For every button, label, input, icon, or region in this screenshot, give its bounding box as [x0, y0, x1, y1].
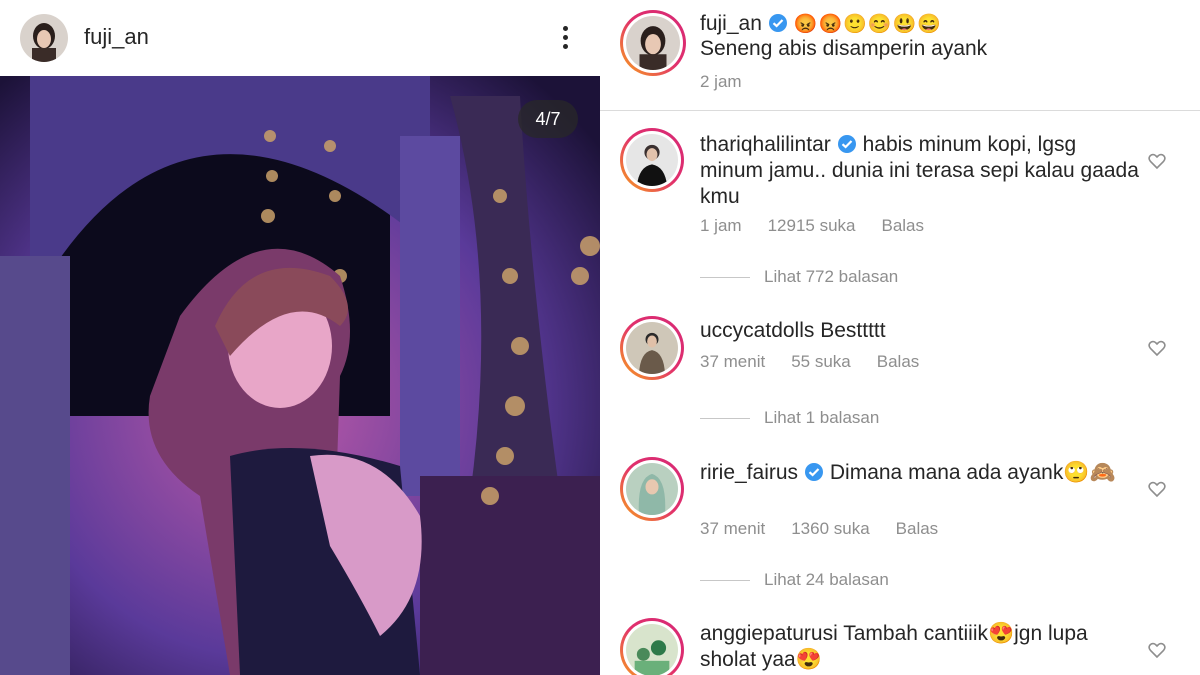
caption-divider	[600, 110, 1200, 111]
caption-avatar-ring[interactable]	[620, 10, 686, 76]
post-photo[interactable]	[0, 76, 600, 675]
comment-likes[interactable]: 1360 suka	[791, 519, 869, 538]
comment-body: ririe_fairus Dimana mana ada ayank🙄🙈	[700, 460, 1140, 486]
comment-meta: 37 menit 1360 suka Balas	[700, 519, 964, 539]
comment-text: Besttttt	[820, 319, 886, 342]
view-replies-label: Lihat 772 balasan	[764, 267, 899, 286]
caption-emojis: 😡😡🙂😊😃😄	[793, 14, 942, 35]
comment-likes[interactable]: 12915 suka	[768, 216, 856, 235]
image-counter-badge: 4/7	[518, 100, 578, 138]
like-heart-icon[interactable]	[1147, 479, 1167, 499]
like-heart-icon[interactable]	[1147, 151, 1167, 171]
comment-meta: 37 menit 55 suka Balas	[700, 352, 945, 372]
verified-badge-icon	[837, 135, 856, 153]
caption-timestamp[interactable]: 2 jam	[700, 72, 742, 92]
caption-header: fuji_an 😡😡🙂😊😃😄	[700, 12, 942, 36]
comment-avatar-ring[interactable]	[620, 457, 684, 521]
caption-author-avatar	[626, 16, 680, 70]
comment-meta: 1 jam 12915 suka Balas	[700, 216, 950, 236]
comment-avatar-ring[interactable]	[620, 128, 684, 192]
comment-avatar-ring[interactable]	[620, 618, 684, 675]
reply-button[interactable]: Balas	[881, 216, 924, 235]
reply-button[interactable]: Balas	[896, 519, 939, 538]
comment-time[interactable]: 37 menit	[700, 352, 765, 371]
post-author-username[interactable]: fuji_an	[84, 24, 149, 50]
more-options-icon[interactable]	[556, 22, 576, 54]
comment-username[interactable]: anggiepaturusi	[700, 622, 838, 645]
view-replies-label: Lihat 24 balasan	[764, 570, 889, 589]
comment-avatar	[626, 134, 678, 186]
comment-time[interactable]: 37 menit	[700, 519, 765, 538]
comment-username[interactable]: ririe_fairus	[700, 461, 798, 484]
comment-likes[interactable]: 55 suka	[791, 352, 851, 371]
verified-badge-icon	[768, 14, 787, 32]
comment-avatar	[626, 624, 678, 675]
post-author-avatar[interactable]	[20, 14, 68, 62]
view-replies-button[interactable]: Lihat 772 balasan	[700, 267, 898, 287]
comment-avatar	[626, 322, 678, 374]
replies-line	[700, 579, 750, 581]
replies-line	[700, 276, 750, 278]
replies-line	[700, 417, 750, 419]
comment-avatar	[626, 463, 678, 515]
comment-body: anggiepaturusi Tambah cantiiik😍jgn lupa …	[700, 621, 1140, 673]
view-replies-button[interactable]: Lihat 1 balasan	[700, 408, 879, 428]
comment-time[interactable]: 1 jam	[700, 216, 742, 235]
view-replies-label: Lihat 1 balasan	[764, 408, 880, 427]
view-replies-button[interactable]: Lihat 24 balasan	[700, 570, 889, 590]
caption-username[interactable]: fuji_an	[700, 12, 762, 35]
reply-button[interactable]: Balas	[877, 352, 920, 371]
comment-body: thariqhalilintar habis minum kopi, lgsg …	[700, 132, 1140, 210]
verified-badge-icon	[805, 463, 824, 481]
comment-text: Dimana mana ada ayank🙄🙈	[829, 461, 1116, 484]
caption-text: Seneng abis disamperin ayank	[700, 37, 988, 60]
comment-username[interactable]: uccycatdolls	[700, 319, 814, 342]
post-header: fuji_an	[0, 0, 600, 76]
like-heart-icon[interactable]	[1147, 640, 1167, 660]
comment-body: uccycatdolls Besttttt	[700, 318, 1140, 344]
comment-username[interactable]: thariqhalilintar	[700, 133, 831, 156]
post-media-pane: fuji_an 4/7	[0, 0, 600, 675]
comment-avatar-ring[interactable]	[620, 316, 684, 380]
comments-pane: fuji_an 😡😡🙂😊😃😄 Seneng abis disamperin aya…	[600, 0, 1200, 675]
like-heart-icon[interactable]	[1147, 338, 1167, 358]
